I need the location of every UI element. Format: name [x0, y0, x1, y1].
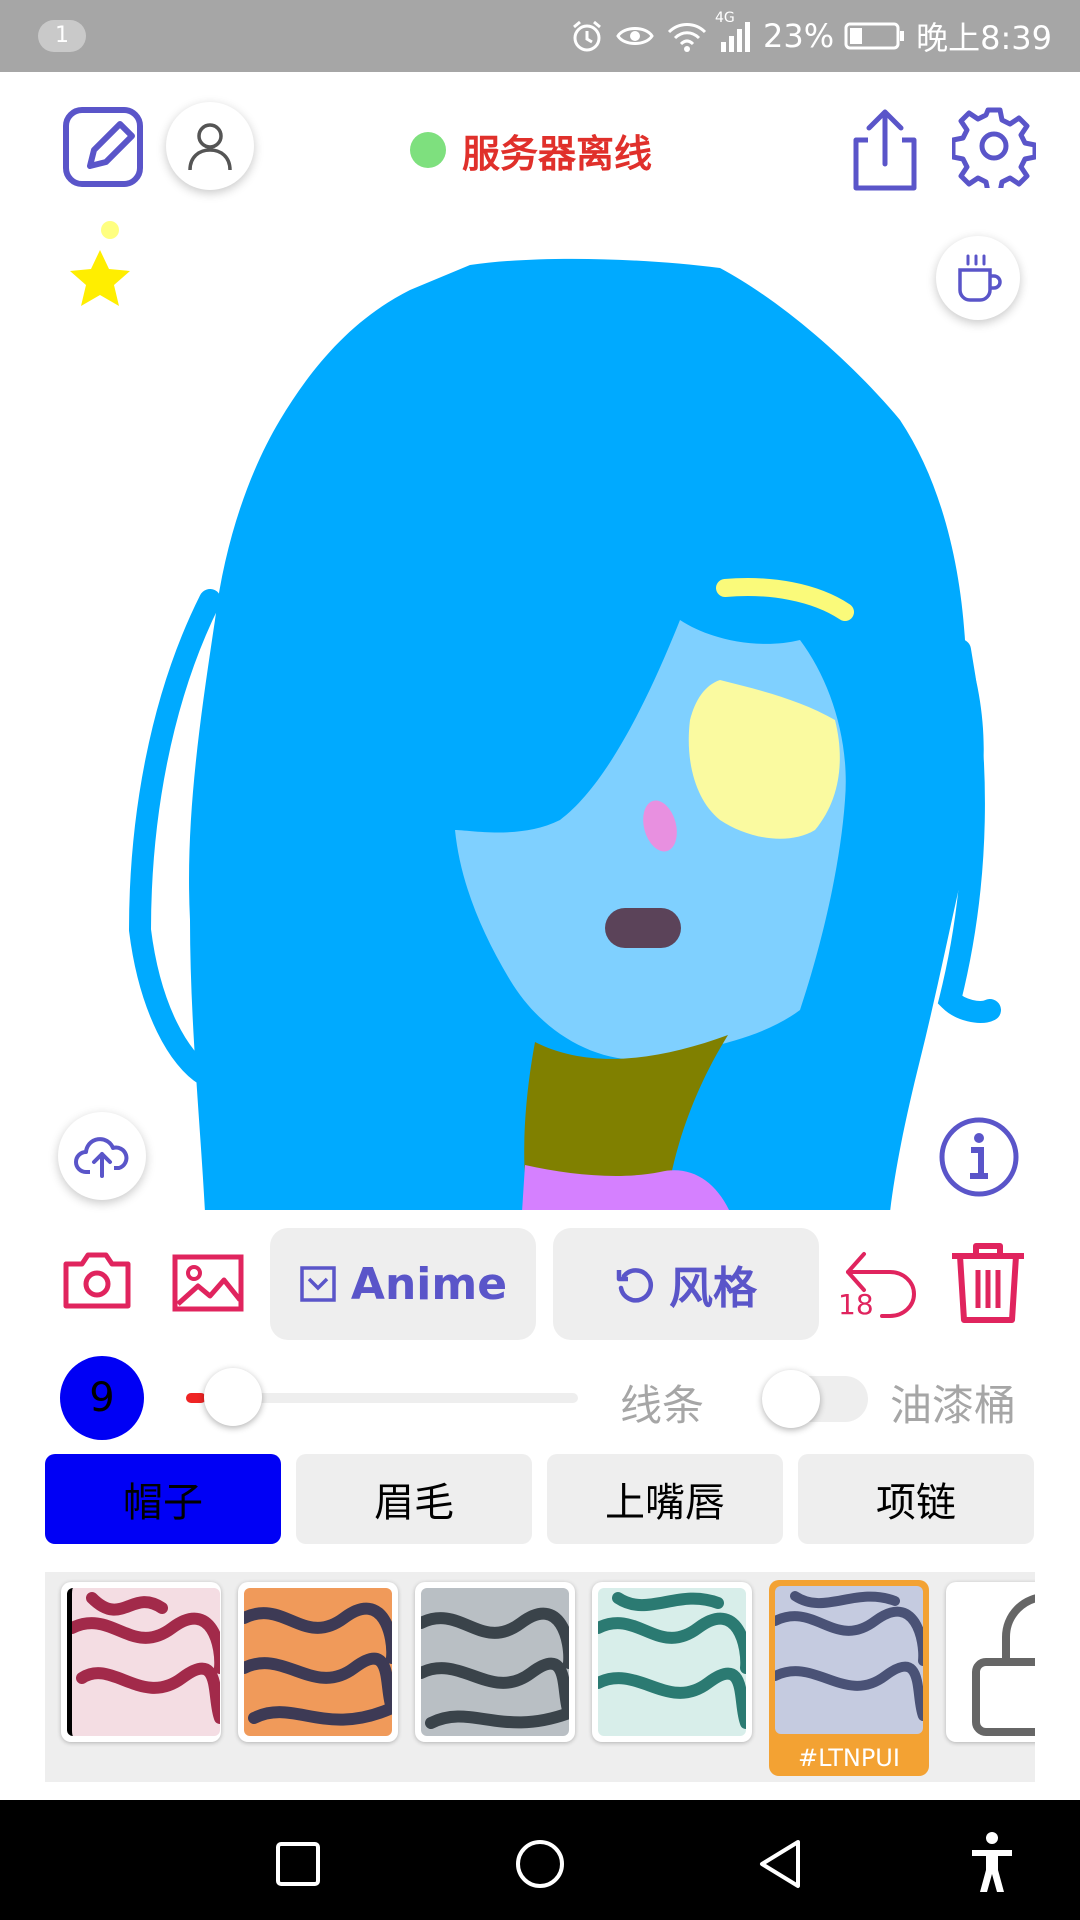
delete-button[interactable]	[948, 1242, 1028, 1324]
style-thumbnail	[598, 1588, 746, 1736]
camera-icon	[63, 1252, 131, 1309]
drawing-artwork	[128, 258, 1001, 1212]
user-icon	[188, 123, 232, 171]
navigation-bar	[0, 1800, 1080, 1920]
notification-count-badge: 1	[38, 20, 86, 52]
camera-button[interactable]	[62, 1250, 132, 1310]
style-tile-locked[interactable]	[946, 1582, 1035, 1742]
paint-bucket-label: 油漆桶	[890, 1381, 1017, 1430]
style-tile[interactable]	[61, 1582, 221, 1742]
gallery-button[interactable]	[172, 1254, 244, 1312]
part-tab-hat[interactable]: 帽子	[45, 1454, 281, 1544]
style-code-label: #LTNPUI	[798, 1744, 900, 1772]
back-button[interactable]	[752, 1836, 808, 1892]
brush-size-indicator[interactable]: 9	[60, 1356, 144, 1440]
settings-icon	[952, 107, 1036, 188]
part-tab-necklace[interactable]: 项链	[798, 1454, 1034, 1544]
style-button-label: 风格	[669, 1263, 757, 1314]
style-tile[interactable]	[238, 1582, 398, 1742]
rotate-icon	[616, 1268, 653, 1303]
battery-icon	[844, 21, 906, 51]
brush-size-slider-thumb[interactable]	[204, 1368, 262, 1426]
home-button[interactable]	[512, 1836, 568, 1892]
edit-icon	[63, 107, 143, 187]
battery-percent: 23%	[763, 17, 835, 55]
share-icon	[853, 109, 917, 191]
style-tile-selected[interactable]: #LTNPUI	[769, 1580, 929, 1776]
style-thumbnail	[244, 1588, 392, 1736]
edit-button[interactable]	[62, 104, 146, 188]
image-icon	[172, 1254, 244, 1312]
info-icon	[939, 1117, 1019, 1197]
info-button[interactable]	[938, 1116, 1020, 1198]
server-status-dot	[410, 132, 446, 168]
style-strip[interactable]: #LTNPUI	[45, 1572, 1035, 1782]
share-button[interactable]	[848, 106, 922, 192]
recent-apps-icon	[276, 1842, 320, 1886]
style-tile[interactable]	[592, 1582, 752, 1742]
checkbox-icon	[300, 1266, 336, 1302]
recent-apps-button[interactable]	[270, 1836, 326, 1892]
user-button[interactable]	[166, 102, 254, 190]
style-tile[interactable]	[415, 1582, 575, 1742]
style-thumbnail	[67, 1588, 220, 1736]
style-button[interactable]: 风格	[553, 1228, 819, 1340]
accessibility-icon	[972, 1832, 1012, 1892]
undo-count: 18	[838, 1288, 874, 1321]
anime-button[interactable]: Anime	[270, 1228, 536, 1340]
brush-size-slider-fill	[186, 1393, 206, 1403]
clock: 晚上8:39	[916, 19, 1052, 57]
part-tab-upper-lip[interactable]: 上嘴唇	[547, 1454, 783, 1544]
accessibility-button[interactable]	[962, 1830, 1022, 1894]
wifi-icon	[665, 18, 709, 54]
lock-icon	[972, 1594, 1035, 1736]
settings-button[interactable]	[952, 104, 1036, 188]
server-status: 服务器离线	[410, 124, 652, 176]
eye-icon	[615, 18, 655, 54]
back-icon	[760, 1840, 800, 1888]
style-thumbnail	[421, 1588, 569, 1736]
part-tab-eyebrows[interactable]: 眉毛	[296, 1454, 532, 1544]
anime-button-label: Anime	[350, 1258, 508, 1310]
alarm-icon	[569, 18, 605, 54]
paint-bucket-toggle-thumb[interactable]	[762, 1370, 820, 1428]
trash-icon	[952, 1243, 1024, 1323]
style-thumbnail	[775, 1586, 923, 1734]
status-bar: 1 4G 23% 晚上8:39	[0, 0, 1080, 72]
signal-icon: 4G	[715, 10, 753, 54]
drawing-canvas[interactable]	[0, 210, 1080, 1212]
line-mode-label: 线条	[620, 1381, 705, 1430]
server-status-text: 服务器离线	[462, 131, 653, 176]
cloud-upload-icon	[74, 1137, 129, 1178]
upload-button[interactable]	[58, 1112, 146, 1200]
status-icons: 4G 23% 晚上8:39	[569, 0, 1052, 72]
home-icon	[516, 1840, 564, 1888]
network-type-label: 4G	[715, 10, 735, 26]
